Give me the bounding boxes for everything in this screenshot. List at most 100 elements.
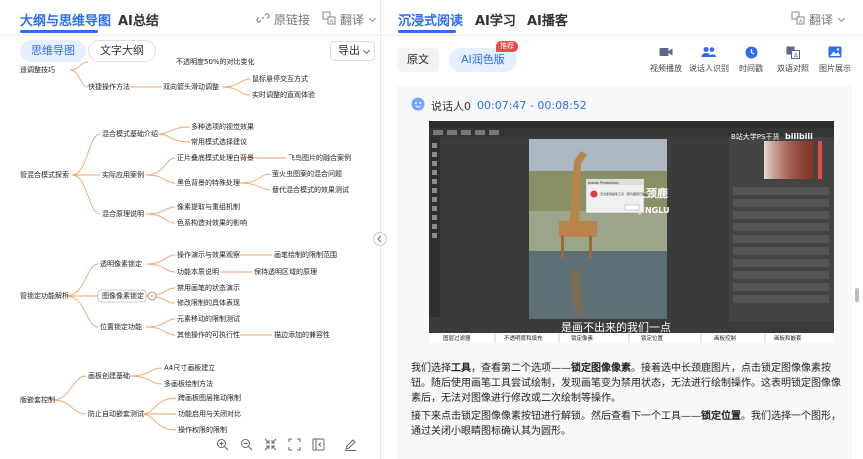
- speaker-timestamp[interactable]: 00:07:47 - 00:08:52: [477, 99, 587, 112]
- zoom-out-button[interactable]: [234, 432, 258, 456]
- svg-text:图层过滤器: 图层过滤器: [443, 334, 471, 342]
- edit-button[interactable]: [338, 432, 362, 456]
- reading-panel: 沉浸式阅读 AI学习 AI播客 A 翻译 原文 AI润色版 推荐 视频播放 说话…: [381, 0, 863, 459]
- mindmap-node[interactable]: 元素移动的限制测试: [177, 315, 240, 324]
- video-frame-image[interactable]: 长颈鹿 CHANGJINGLU Adobe Photoshop 无法使用画笔工具…: [429, 121, 834, 343]
- svg-text:无法使用画笔工具（因为图层已锁定）: 无法使用画笔工具（因为图层已锁定）: [600, 191, 651, 196]
- speaker-avatar-icon: [411, 96, 425, 115]
- svg-text:A: A: [799, 19, 803, 25]
- mindmap-node[interactable]: 双向箭头滑动调整: [163, 83, 219, 92]
- original-text-button[interactable]: 原文: [397, 48, 439, 72]
- mindmap-node-selected[interactable]: 图像像素锁定: [102, 292, 144, 301]
- image-display-label: 图片展示: [819, 64, 851, 73]
- video-play-button[interactable]: 视频播放: [645, 46, 687, 74]
- fullscreen-icon: [288, 438, 300, 450]
- mindmap-node[interactable]: 操作演示与效果观察: [177, 251, 240, 260]
- right-divider: [381, 35, 863, 36]
- svg-text:画板控制: 画板控制: [714, 334, 737, 342]
- mindmap-node[interactable]: 多画板绘制方法: [164, 380, 213, 389]
- panel-collapse-icon: [312, 438, 324, 450]
- mindmap-node[interactable]: 功能启用与关闭对比: [178, 410, 241, 419]
- photoshop-screenshot: 长颈鹿 CHANGJINGLU Adobe Photoshop 无法使用画笔工具…: [429, 121, 834, 343]
- chevron-down-icon: [837, 14, 846, 22]
- mindmap-connectors: [51, 61, 286, 431]
- collapse-panel-button[interactable]: [306, 432, 330, 456]
- mindmap-node[interactable]: 禁用画笔的状态演示: [177, 284, 240, 293]
- mindmap-node[interactable]: 防止自动嵌套测试: [88, 410, 144, 419]
- speaker-identify-button[interactable]: 说话人识别: [688, 46, 730, 74]
- mindmap-toolbar: [210, 432, 362, 456]
- mindmap-node[interactable]: 透明像素锁定: [100, 260, 142, 269]
- svg-text:Adobe Photoshop: Adobe Photoshop: [588, 181, 619, 185]
- mindmap-node[interactable]: 正片叠底模式处理白背景: [177, 154, 254, 163]
- active-tab-indicator: [398, 30, 456, 33]
- fit-view-button[interactable]: [258, 432, 282, 456]
- transcript-card: 说话人0 00:07:47 - 00:08:52 长颈鹿 Adobe Photo…: [397, 86, 852, 459]
- zoom-in-button[interactable]: [210, 432, 234, 456]
- mindmap-node[interactable]: 画板创建基础: [88, 372, 130, 381]
- mindmap-node[interactable]: 实时调整的直观体验: [252, 91, 315, 100]
- video-play-label: 视频播放: [650, 64, 682, 73]
- mindmap-node[interactable]: 混合模式基础介绍: [102, 130, 158, 139]
- mindmap-node[interactable]: 像素提取与重组机制: [177, 203, 240, 212]
- mindmap-node[interactable]: 遥调整技巧: [20, 66, 55, 75]
- recommended-badge: 推荐: [496, 41, 518, 52]
- mindmap-node[interactable]: A4尺寸画板建立: [164, 364, 215, 373]
- tab-ai-learning[interactable]: AI学习: [475, 10, 516, 29]
- translate-label: 翻译: [809, 13, 834, 27]
- svg-text:是画不出来的我们一点: 是画不出来的我们一点: [561, 320, 671, 334]
- mindmap-node[interactable]: 鼠标悬停交互方式: [252, 75, 308, 84]
- translate-button[interactable]: A 翻译: [791, 11, 846, 28]
- mindmap-canvas: 不透明度50%的对比变化 遥调整技巧 快捷操作方法 双向箭头滑动调整 鼠标悬停交…: [0, 0, 380, 459]
- mindmap-node[interactable]: 常用模式选择建议: [191, 138, 247, 147]
- mindmap-node[interactable]: 版嵌套控制: [20, 396, 55, 405]
- image-display-button[interactable]: 图片展示: [814, 46, 856, 74]
- clock-icon: [745, 46, 757, 59]
- zoom-out-icon: [240, 438, 252, 450]
- speaker-identify-label: 说话人识别: [689, 64, 729, 73]
- mindmap-node[interactable]: 其他操作的可执行性: [177, 331, 240, 340]
- bold-term: 锁定图像像素: [571, 363, 631, 374]
- fullscreen-button[interactable]: [282, 432, 306, 456]
- mindmap-node[interactable]: 位置锁定功能: [100, 323, 142, 332]
- mindmap-node[interactable]: 色系构造对效果的影响: [177, 219, 247, 228]
- bilingual-label: 双语对照: [777, 64, 809, 73]
- timestamp-button[interactable]: 时间戳: [730, 46, 772, 74]
- translate-icon: A: [791, 11, 805, 28]
- mindmap-node[interactable]: 管混合模式探索: [20, 171, 69, 180]
- zoom-in-icon: [216, 438, 228, 450]
- mindmap-node[interactable]: 混合原理说明: [102, 210, 144, 219]
- speaker-header: 说话人0 00:07:47 - 00:08:52: [411, 96, 587, 115]
- transcript-paragraph-1: 我们选择工具，查看第二个选项——锁定图像像素。接着选中长颈鹿图片，点击锁定图像像…: [411, 361, 843, 406]
- mindmap-node[interactable]: 实际应用案例: [102, 171, 144, 180]
- svg-text:不透明度和填充: 不透明度和填充: [504, 334, 543, 342]
- mindmap-node[interactable]: 描边添加的兼容性: [274, 331, 330, 340]
- mindmap-node[interactable]: 萤火虫图案的混合问题: [272, 170, 342, 179]
- mindmap-node[interactable]: 替代混合模式的效果测试: [272, 186, 349, 195]
- bold-term: 工具: [451, 363, 471, 374]
- mindmap-node[interactable]: 修改限制的具体表现: [177, 299, 240, 308]
- svg-text:锁定像素: 锁定像素: [571, 334, 594, 342]
- mindmap-node[interactable]: 不透明度50%的对比变化: [176, 58, 255, 67]
- bilingual-icon: A: [786, 46, 800, 59]
- mindmap-node[interactable]: 飞鸟图片的融合案例: [288, 154, 351, 163]
- panel-toggle-button[interactable]: [373, 232, 387, 246]
- mindmap-node[interactable]: 功能本质说明: [177, 268, 219, 277]
- bilingual-button[interactable]: A 双语对照: [772, 46, 814, 74]
- tab-ai-podcast[interactable]: AI播客: [527, 10, 568, 29]
- mindmap-node[interactable]: 多种选项的视觉效果: [191, 123, 254, 132]
- chevron-left-icon: [377, 235, 382, 243]
- scrollbar-thumb[interactable]: [855, 288, 859, 302]
- mindmap-node[interactable]: 保持透明区域的原理: [254, 268, 317, 277]
- mindmap-node[interactable]: 快捷操作方法: [88, 83, 130, 92]
- text-run: 接下来点击锁定图像像素按钮进行解锁。然后查看下一个工具——: [411, 411, 701, 422]
- tab-immersive-reading[interactable]: 沉浸式阅读: [398, 10, 463, 29]
- mindmap-node[interactable]: 管锁定功能解析: [20, 292, 69, 301]
- mindmap-node[interactable]: 黑色背景的特殊处理: [177, 179, 240, 188]
- video-camera-icon: [659, 48, 673, 56]
- app-root: 大纲与思维导图 AI总结 原链接 A 翻译 思维导图 文字大纲 导出 不透明度5…: [0, 0, 863, 459]
- mindmap-node[interactable]: 跨画板图层拖动限制: [178, 394, 241, 403]
- shrink-icon: [264, 438, 276, 450]
- users-icon: [701, 47, 717, 57]
- mindmap-node[interactable]: 画笔绘制的限制范围: [274, 251, 337, 260]
